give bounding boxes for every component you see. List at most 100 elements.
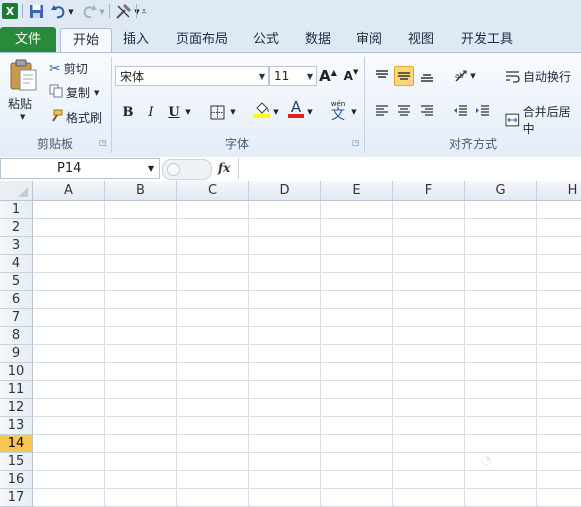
name-box-dropdown-icon[interactable]: ▼: [148, 164, 154, 173]
undo-icon[interactable]: [49, 3, 67, 20]
font-color-dropdown-icon[interactable]: ▼: [305, 102, 315, 122]
underline-dropdown-icon[interactable]: ▼: [183, 102, 193, 122]
cut-button[interactable]: ✂ 剪切: [49, 60, 88, 77]
shrink-font-button[interactable]: A ▼: [341, 66, 361, 86]
borders-button[interactable]: [207, 102, 227, 122]
redo-icon[interactable]: [80, 3, 98, 20]
name-box[interactable]: P14 ▼: [0, 158, 160, 179]
format-painter-button[interactable]: 格式刷: [49, 109, 102, 126]
paste-dropdown-icon[interactable]: ▼: [20, 113, 25, 121]
row-header-10[interactable]: 10: [0, 363, 33, 381]
tab-review[interactable]: 审阅: [350, 28, 388, 52]
save-icon[interactable]: [27, 3, 45, 20]
align-left-button[interactable]: [372, 101, 392, 121]
tools-icon[interactable]: [113, 3, 133, 20]
font-launcher-icon[interactable]: ◳: [352, 138, 360, 147]
wrap-text-button[interactable]: 自动换行: [505, 68, 571, 85]
tab-view[interactable]: 视图: [402, 28, 440, 52]
grid-row-line: [33, 308, 581, 309]
grid-row-line: [33, 380, 581, 381]
insert-function-button[interactable]: fx: [218, 161, 230, 175]
font-color-icon: A: [290, 98, 302, 116]
column-header-d[interactable]: D: [249, 181, 321, 201]
excel-logo-icon[interactable]: X: [2, 3, 18, 19]
align-center-icon: [398, 105, 410, 116]
formula-input[interactable]: [238, 158, 581, 179]
expand-circle-icon: [167, 163, 180, 176]
row-header-11[interactable]: 11: [0, 381, 33, 399]
grid-row-line: [33, 362, 581, 363]
column-header-e[interactable]: E: [321, 181, 393, 201]
row-header-14[interactable]: 14: [0, 435, 33, 453]
tab-insert[interactable]: 插入: [117, 28, 155, 52]
row-header-9[interactable]: 9: [0, 345, 33, 363]
paste-button[interactable]: 粘贴: [8, 95, 32, 112]
row-header-13[interactable]: 13: [0, 417, 33, 435]
column-header-c[interactable]: C: [177, 181, 249, 201]
row-header-1[interactable]: 1: [0, 201, 33, 219]
row-header-17[interactable]: 17: [0, 489, 33, 507]
grid-row-line: [33, 254, 581, 255]
italic-button[interactable]: I: [141, 102, 161, 122]
phonetic-dropdown-icon[interactable]: ▼: [349, 102, 359, 122]
font-color-button[interactable]: A: [286, 99, 306, 119]
align-top-button[interactable]: [372, 66, 392, 86]
copy-button[interactable]: 复制 ▼: [49, 84, 99, 101]
divider: [136, 4, 137, 18]
align-right-icon: [421, 105, 433, 116]
font-name-value: 宋体: [120, 69, 145, 84]
row-header-7[interactable]: 7: [0, 309, 33, 327]
decrease-indent-button[interactable]: [450, 101, 470, 121]
grid-row-line: [33, 434, 581, 435]
column-header-f[interactable]: F: [393, 181, 465, 201]
font-name-combo[interactable]: 宋体 ▼: [115, 66, 269, 86]
font-size-combo[interactable]: 11 ▼: [269, 66, 317, 86]
borders-dropdown-icon[interactable]: ▼: [228, 102, 238, 122]
row-header-16[interactable]: 16: [0, 471, 33, 489]
font-name-dropdown-icon: ▼: [258, 71, 265, 81]
align-right-button[interactable]: [417, 101, 437, 121]
row-header-3[interactable]: 3: [0, 237, 33, 255]
align-center-button[interactable]: [394, 101, 414, 121]
fill-color-dropdown-icon[interactable]: ▼: [271, 102, 281, 122]
increase-indent-button[interactable]: [472, 101, 492, 121]
paste-icon[interactable]: [6, 57, 40, 93]
grow-font-icon: A: [319, 67, 331, 85]
align-middle-button[interactable]: [394, 66, 414, 86]
row-header-8[interactable]: 8: [0, 327, 33, 345]
tab-home[interactable]: 开始: [60, 28, 112, 53]
grid-column-line: [176, 201, 177, 507]
column-header-g[interactable]: G: [465, 181, 537, 201]
row-header-6[interactable]: 6: [0, 291, 33, 309]
phonetic-guide-button[interactable]: wén 文: [326, 98, 350, 124]
row-header-5[interactable]: 5: [0, 273, 33, 291]
tab-formulas[interactable]: 公式: [247, 28, 285, 52]
column-header-a[interactable]: A: [33, 181, 105, 201]
tab-developer[interactable]: 开发工具: [455, 28, 519, 52]
tab-file[interactable]: 文件: [0, 27, 56, 52]
merge-center-button[interactable]: 合并后居中: [505, 103, 581, 137]
orientation-dropdown-icon[interactable]: ▼: [468, 66, 478, 86]
align-bottom-button[interactable]: [417, 66, 437, 86]
formula-bar-splitter[interactable]: [162, 159, 212, 180]
row-header-4[interactable]: 4: [0, 255, 33, 273]
column-header-b[interactable]: B: [105, 181, 177, 201]
row-header-2[interactable]: 2: [0, 219, 33, 237]
customize-qat-icon[interactable]: ⩡: [139, 3, 149, 20]
borders-icon: [210, 105, 224, 119]
row-header-12[interactable]: 12: [0, 399, 33, 417]
grid-column-line: [536, 201, 537, 507]
merge-center-label: 合并后居中: [522, 105, 571, 136]
fill-color-button[interactable]: [252, 100, 272, 120]
redo-dropdown-icon[interactable]: ▼: [98, 3, 106, 20]
clipboard-launcher-icon[interactable]: ◳: [99, 138, 107, 147]
undo-dropdown-icon[interactable]: ▼: [67, 3, 75, 20]
row-header-15[interactable]: 15: [0, 453, 33, 471]
tab-data[interactable]: 数据: [299, 28, 337, 52]
grow-font-button[interactable]: A ▲: [318, 66, 338, 86]
select-all-corner[interactable]: [0, 181, 33, 201]
tab-page-layout[interactable]: 页面布局: [170, 28, 234, 52]
underline-button[interactable]: U: [164, 102, 184, 122]
bold-button[interactable]: B: [118, 102, 138, 122]
column-header-h[interactable]: H: [537, 181, 581, 201]
